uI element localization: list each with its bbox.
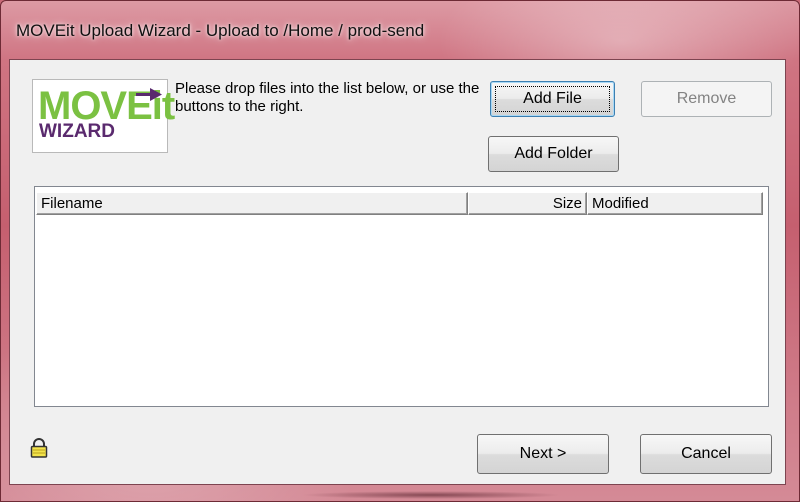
wizard-client-area: MOVEit WIZARD Please drop files into the… [9, 59, 786, 485]
taskbar-shadow [301, 491, 561, 499]
next-label: Next > [519, 445, 567, 462]
cancel-button[interactable]: Cancel [640, 434, 772, 474]
remove-button[interactable]: Remove [641, 81, 772, 117]
remove-label: Remove [676, 90, 737, 107]
file-list[interactable]: Filename Size Modified [34, 186, 769, 407]
cancel-label: Cancel [681, 445, 731, 462]
column-header-filename[interactable]: Filename [36, 192, 468, 215]
file-list-header: Filename Size Modified [36, 192, 763, 215]
moveit-wizard-logo: MOVEit WIZARD [32, 79, 175, 153]
focus-ring [495, 86, 610, 112]
column-header-size[interactable]: Size [468, 192, 587, 215]
add-folder-label: Add Folder [514, 145, 593, 162]
logo-arrow-icon [136, 88, 162, 101]
wizard-window: MOVEit Upload Wizard - Upload to /Home /… [0, 0, 800, 502]
column-header-modified[interactable]: Modified [587, 192, 763, 215]
logo-text-wizard: WIZARD [39, 121, 115, 142]
title-bar[interactable]: MOVEit Upload Wizard - Upload to /Home /… [1, 1, 799, 59]
add-file-button[interactable]: Add File [490, 81, 615, 117]
add-folder-button[interactable]: Add Folder [488, 136, 619, 172]
instructions-text: Please drop files into the list below, o… [175, 80, 480, 115]
window-title: MOVEit Upload Wizard - Upload to /Home /… [16, 21, 425, 40]
next-button[interactable]: Next > [477, 434, 609, 474]
lock-icon [30, 438, 48, 458]
